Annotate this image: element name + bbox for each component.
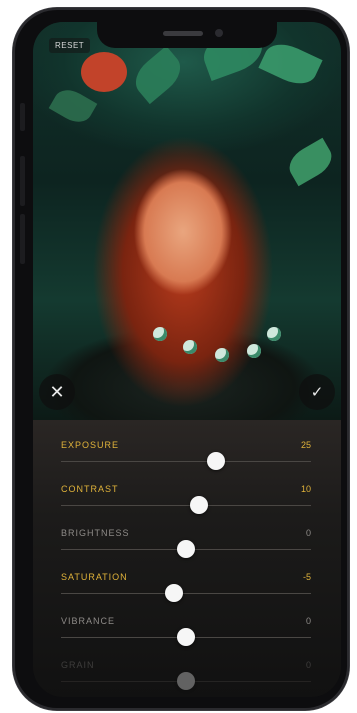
- adjustment-row-contrast: CONTRAST 10: [61, 472, 311, 516]
- adjustment-label: EXPOSURE: [61, 440, 120, 450]
- edited-photo: [33, 22, 341, 420]
- confirm-button[interactable]: ✓: [299, 374, 335, 410]
- adjustment-label: GRAIN: [61, 660, 95, 670]
- bead-decoration: [247, 344, 261, 358]
- adjustment-value: 0: [305, 616, 311, 626]
- front-camera: [215, 29, 223, 37]
- reset-button[interactable]: RESET: [49, 38, 91, 53]
- leaf-decoration: [48, 83, 98, 129]
- volume-up-button: [20, 156, 25, 206]
- slider-knob[interactable]: [164, 584, 183, 602]
- mute-switch: [20, 103, 25, 131]
- volume-down-button: [20, 214, 25, 264]
- flower-decoration: [81, 52, 127, 92]
- slider-knob[interactable]: [177, 628, 195, 646]
- adjustment-value: 10: [300, 484, 311, 494]
- slider-track[interactable]: [61, 461, 311, 462]
- leaf-decoration: [127, 45, 189, 105]
- notch: [97, 22, 277, 48]
- slider-knob[interactable]: [189, 496, 208, 514]
- bead-decoration: [183, 340, 197, 354]
- adjustment-value: -5: [302, 572, 311, 582]
- slider-knob[interactable]: [177, 672, 195, 690]
- adjustment-label: BRIGHTNESS: [61, 528, 130, 538]
- speaker-grille: [163, 31, 203, 36]
- adjustment-row-grain: GRAIN 0: [61, 648, 311, 692]
- check-icon: ✓: [310, 384, 324, 401]
- adjustment-row-vibrance: VIBRANCE 0: [61, 604, 311, 648]
- leaf-decoration: [283, 137, 338, 187]
- adjustment-row-brightness: BRIGHTNESS 0: [61, 516, 311, 560]
- adjustment-label: SATURATION: [61, 572, 128, 582]
- slider-knob[interactable]: [177, 540, 195, 558]
- adjustments-panel: EXPOSURE 25 CONTRAST 10 BRIGHTNESS 0 SAT…: [33, 420, 341, 697]
- adjustment-value: 0: [305, 660, 311, 670]
- adjustment-value: 0: [305, 528, 311, 538]
- phone-screen: RESET ✕ ✓ EXPOSURE 25 CONTRAST 10 BRIGHT…: [33, 22, 341, 697]
- adjustment-label: CONTRAST: [61, 484, 119, 494]
- slider-knob[interactable]: [207, 452, 225, 470]
- bead-decoration: [153, 327, 167, 341]
- adjustment-label: VIBRANCE: [61, 616, 116, 626]
- close-icon: ✕: [49, 381, 65, 402]
- adjustment-row-exposure: EXPOSURE 25: [61, 428, 311, 472]
- slider-track[interactable]: [61, 593, 311, 594]
- bead-decoration: [215, 348, 229, 362]
- cancel-button[interactable]: ✕: [39, 374, 75, 410]
- adjustment-row-saturation: SATURATION -5: [61, 560, 311, 604]
- bead-decoration: [267, 327, 281, 341]
- slider-track[interactable]: [61, 505, 311, 506]
- adjustment-value: 25: [300, 440, 311, 450]
